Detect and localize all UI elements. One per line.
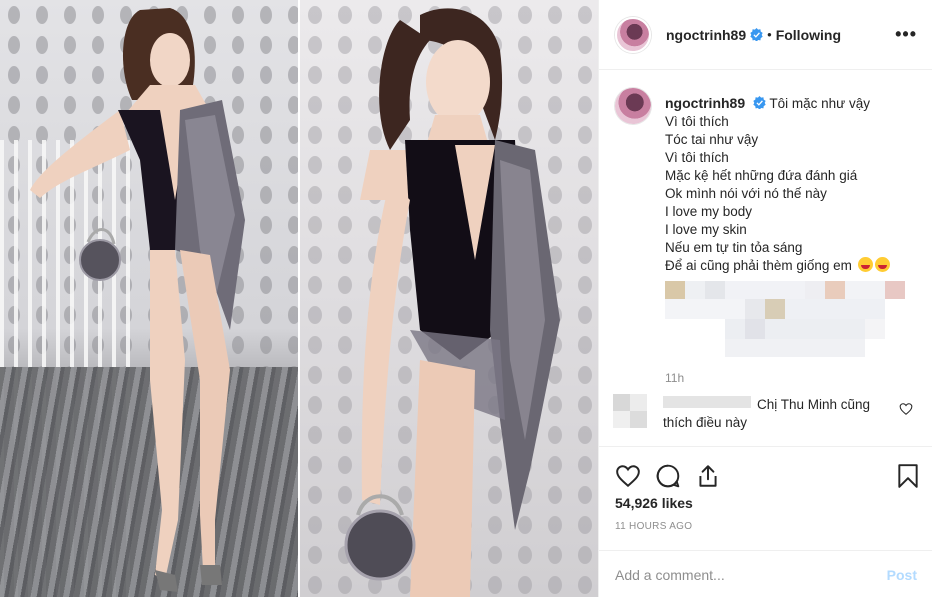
caption-line: Tóc tai như vậy [665,132,759,147]
share-upload-icon[interactable] [695,463,721,489]
likes-count[interactable]: 54,926 likes [615,495,693,511]
save-bookmark-icon[interactable] [895,463,921,489]
like-comment-heart-icon[interactable] [899,402,913,416]
caption-body: ngoctrinh89 Tôi mặc như vậy Vì tôi thích… [665,94,927,387]
username-link[interactable]: ngoctrinh89 [666,27,746,43]
comment-bubble-icon[interactable] [655,463,681,489]
verified-badge-icon [750,28,763,41]
caption-line: Nếu em tự tin tỏa sáng [665,240,803,255]
caption-line: Để ai cũng phải thèm giống em [665,258,852,273]
like-heart-icon[interactable] [615,463,641,489]
caption-first-line: ngoctrinh89 Tôi mặc như vậy [665,94,927,113]
face-savoring-emoji-icon [857,257,873,272]
caption-username-link[interactable]: ngoctrinh89 [665,95,745,111]
post-comment-button[interactable]: Post [887,567,917,583]
more-options-icon[interactable]: ••• [895,24,917,45]
photo-panel-left [0,0,298,597]
post-time-ago[interactable]: 11 HOURS AGO [615,521,692,532]
photo-panel-right [300,0,598,597]
pixelated-hashtags [665,281,905,357]
caption-line: Tôi mặc như vậy [769,96,870,111]
caption-line: Ok mình nói với nó thế này [665,186,827,201]
profile-avatar[interactable] [615,16,651,53]
add-comment-input[interactable] [615,565,865,585]
model-figure-left [30,8,245,592]
comment-text: Chị Thu Minh cũng thích điều này [663,397,871,430]
instagram-post-view: ngoctrinh89 • Following ••• ngoctrinh89 … [0,0,932,597]
post-photo[interactable] [0,0,598,597]
model-figure-right [344,8,560,597]
commenter-avatar[interactable] [613,394,647,428]
caption-timestamp: 11h [665,371,685,385]
following-button[interactable]: Following [776,27,841,43]
add-comment-row: Post [599,550,932,597]
caption-line: I love my body [665,204,753,219]
caption-last-line: Để ai cũng phải thèm giống em [665,257,927,275]
caption-avatar[interactable] [615,88,651,124]
post-details-panel: ngoctrinh89 • Following ••• ngoctrinh89 … [598,0,932,597]
caption-line: Vì tôi thích [665,114,729,129]
verified-badge-icon [753,96,766,109]
caption-line: I love my skin [665,222,747,237]
post-actions: 54,926 likes 11 HOURS AGO Post [599,446,932,597]
caption-line: Mặc kệ hết những đứa đánh giá [665,168,858,183]
grinning-tongue-emoji-icon [874,257,890,272]
separator-dot: • [767,27,772,42]
caption-line: Vì tôi thích [665,150,729,165]
post-header: ngoctrinh89 • Following ••• [599,0,932,70]
